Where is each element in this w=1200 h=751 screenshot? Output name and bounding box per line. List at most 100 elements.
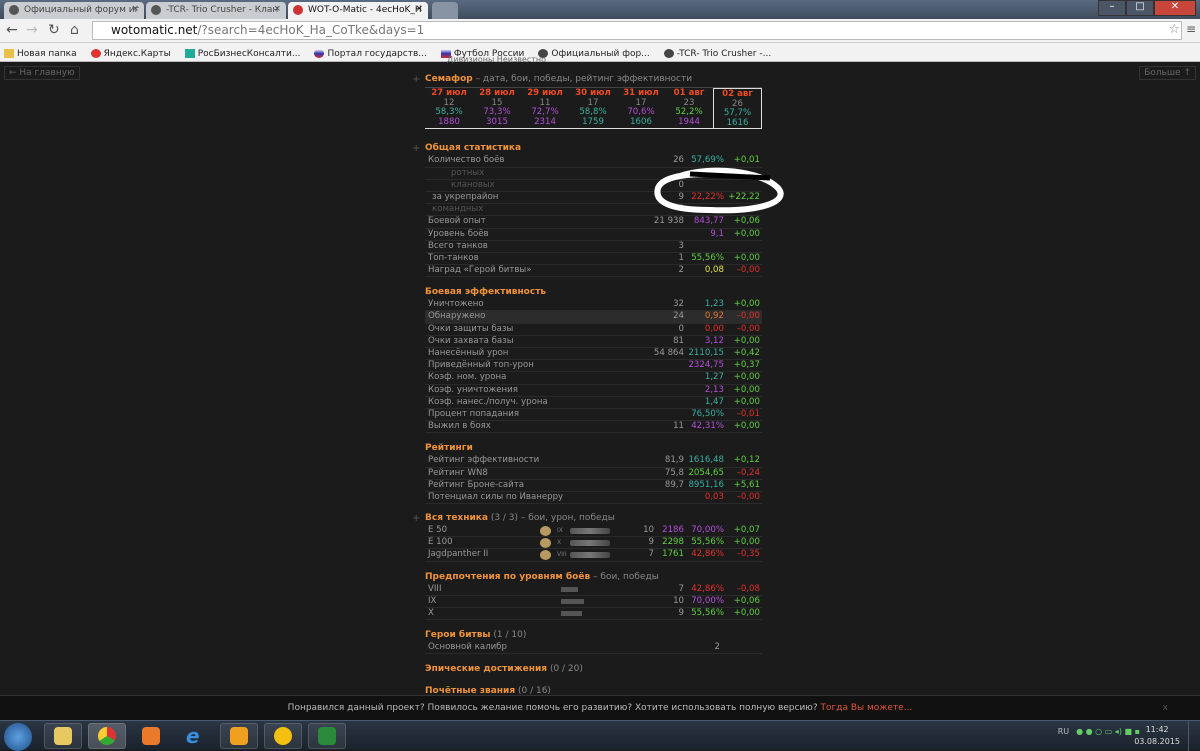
close-window-button[interactable]: ✕ (1154, 0, 1196, 16)
close-tab-icon[interactable]: × (415, 4, 423, 14)
tab-wotomatic[interactable]: WOT-O-Matic - 4ecHoK_Н × (288, 2, 428, 19)
stat-row[interactable]: Коэф. уничтожения 2,13 +0,00 (425, 385, 762, 397)
close-tab-icon[interactable]: × (273, 4, 281, 14)
stat-row[interactable]: Коэф. ном. урона 1,27 +0,00 (425, 372, 762, 385)
semafor-day[interactable]: 29 июл 11 72,7% 2314 (521, 88, 569, 128)
stat-row[interactable]: IX 10 70,00% +0,06 (425, 596, 762, 608)
tier-label: IX (557, 527, 563, 535)
stat-row[interactable]: Всего танков 3 (425, 241, 762, 253)
address-bar[interactable]: wotomatic.net/?search=4ecHoK_Ha_CoTke&da… (92, 21, 1182, 40)
bookmark-star-icon[interactable]: ☆ (1168, 22, 1180, 37)
stat-row[interactable]: Уровень боёв 9,1 +0,00 (425, 229, 762, 241)
close-notification-button[interactable]: x (1163, 703, 1168, 713)
stat-row[interactable]: Коэф. нанес./получ. урона 1,47 +0,00 (425, 397, 762, 409)
close-tab-icon[interactable]: × (131, 4, 139, 14)
stat-row[interactable]: VIII 7 42,86% –0,08 (425, 584, 762, 596)
stat-value: 42,31% (691, 421, 724, 432)
bookmark-tcr[interactable]: -TCR- Trio Crusher -... (663, 43, 771, 61)
menu-icon[interactable]: ≡ (1186, 22, 1196, 36)
count-value: 1 (678, 252, 684, 263)
stat-delta: +0,37 (733, 360, 760, 371)
stat-row[interactable]: Наград «Герой битвы» 2 0,08 –0,00 (425, 265, 762, 278)
show-desktop-button[interactable] (1188, 721, 1200, 751)
tab-tcr[interactable]: -TCR- Trio Crusher - Клан × (146, 2, 286, 19)
stat-row[interactable]: X 9 55,56% +0,00 (425, 608, 762, 621)
taskbar-ie[interactable]: e (176, 723, 214, 749)
forward-icon[interactable]: → (26, 22, 38, 38)
tier-label: VIII (557, 551, 567, 559)
vehicle-row[interactable]: E 50 IX 2186 10 70,00% +0,07 (425, 525, 762, 538)
reload-icon[interactable]: ↻ (48, 22, 60, 38)
home-icon[interactable]: ⌂ (70, 22, 79, 38)
stat-row[interactable]: Топ-танков 1 55,56% +0,00 (425, 252, 762, 266)
taskbar-chrome[interactable] (88, 723, 126, 749)
rbc-icon (184, 49, 195, 58)
stat-row[interactable]: Уничтожено 32 1,23 +0,00 (425, 299, 762, 312)
tank-silhouette-icon (570, 528, 610, 535)
battles-bar (561, 611, 582, 616)
stat-value: 55,56% (691, 537, 724, 548)
semafor-day[interactable]: 02 авг 26 57,7% 1616 (713, 88, 762, 129)
back-icon[interactable]: ← (6, 22, 18, 38)
taskbar-explorer[interactable] (44, 723, 82, 749)
clock[interactable]: 11:42 03.08.2015 (1134, 724, 1180, 748)
stat-value: 76,50% (691, 408, 724, 419)
bookmark-yandex-maps[interactable]: Яндекс.Карты (90, 43, 171, 61)
stat-row[interactable]: Боевой опыт 21 938 843,77 +0,06 (425, 216, 762, 229)
stat-row[interactable]: Рейтинг WN8 75,8 2054,65 –0,24 (425, 468, 762, 480)
expand-icon[interactable]: + (412, 74, 420, 85)
taskbar-1c[interactable] (264, 723, 302, 749)
vehicle-row[interactable]: Jagdpanther II VIII 1761 7 42,86% –0,35 (425, 549, 762, 562)
stat-row[interactable]: Рейтинг Броне-сайта 89,7 8951,16 +5,61 (425, 480, 762, 492)
stat-row[interactable]: Потенциал силы по Иванерру 0,03 –0,00 (425, 492, 762, 505)
stat-value: 2110,15 (688, 348, 724, 358)
stat-value: 1,47 (704, 396, 724, 407)
row-label: X (428, 608, 434, 618)
bookmark-rbc[interactable]: РосБизнесКонсалти... (184, 43, 300, 61)
more-button[interactable]: Больше ↑ (1139, 66, 1196, 80)
taskbar-media-player[interactable] (132, 723, 170, 749)
stat-row[interactable]: Выжил в боях 11 42,31% +0,00 (425, 421, 762, 434)
semafor-day[interactable]: 01 авг 23 52,2% 1944 (665, 88, 713, 128)
stat-delta: +0,07 (733, 525, 760, 536)
back-to-main-button[interactable]: ← На главную (4, 66, 80, 80)
row-label: Топ-танков (428, 252, 479, 263)
stat-value: 70,00% (691, 525, 724, 536)
epic-achievements-heading: Эпические достижения (0 / 20) (425, 664, 762, 676)
expand-icon[interactable]: + (412, 143, 420, 154)
row-label: Рейтинг WN8 (428, 467, 488, 478)
tray-icons[interactable]: ● ● ○ ▭ ◂) ■ ▪ (1076, 727, 1140, 736)
start-button[interactable] (4, 723, 32, 751)
stat-row[interactable]: Приведённый топ-урон 2324,75 +0,37 (425, 360, 762, 373)
bookmark-new-folder[interactable]: Новая папка (4, 43, 77, 61)
donate-link[interactable]: Тогда Вы можете... (821, 703, 913, 713)
taskbar-excel[interactable] (308, 723, 346, 749)
new-tab-button[interactable] (432, 2, 458, 19)
language-indicator[interactable]: RU (1058, 727, 1069, 736)
bookmark-forum[interactable]: Официальный фор... (538, 43, 650, 61)
stat-row[interactable]: Очки защиты базы 0 0,00 –0,00 (425, 324, 762, 336)
minimize-button[interactable]: – (1098, 0, 1126, 16)
stat-row[interactable]: Обнаружено 24 0,92 –0,00 (425, 311, 762, 324)
semafor-day[interactable]: 31 июл 17 70,6% 1606 (617, 88, 665, 128)
maximize-button[interactable]: □ (1126, 0, 1154, 16)
stat-row[interactable]: Процент попадания 76,50% –0,01 (425, 408, 762, 422)
mastery-badge-icon (540, 538, 551, 549)
tab-forum[interactable]: Официальный форум иг × (4, 2, 144, 19)
stat-row[interactable]: Очки захвата базы 81 3,12 +0,00 (425, 336, 762, 348)
taskbar-outlook[interactable] (220, 723, 258, 749)
bookmark-gosuslugi[interactable]: Портал государств... (314, 43, 427, 61)
day-efficiency: 1606 (630, 116, 652, 127)
stat-value: 42,86% (691, 583, 724, 594)
semafor-day[interactable]: 30 июл 17 58,8% 1759 (569, 88, 617, 128)
system-tray: RU ● ● ○ ▭ ◂) ■ ▪ (1058, 727, 1140, 736)
semafor-day[interactable]: 28 июл 15 73,3% 3015 (473, 88, 521, 128)
stat-row[interactable]: Нанесённый урон 54 864 2110,15 +0,42 (425, 348, 762, 361)
row-label: командных (432, 204, 484, 215)
semafor-day[interactable]: 27 июл 12 58,3% 1880 (425, 88, 473, 128)
count-value: 32 (673, 299, 684, 310)
stat-row[interactable]: Рейтинг эффективности 81,9 1616,48 +0,12 (425, 455, 762, 468)
vehicle-row[interactable]: E 100 X 2298 9 55,56% +0,00 (425, 537, 762, 550)
stat-row[interactable]: Основной калибр 2 (425, 642, 762, 655)
expand-icon[interactable]: + (412, 513, 420, 524)
